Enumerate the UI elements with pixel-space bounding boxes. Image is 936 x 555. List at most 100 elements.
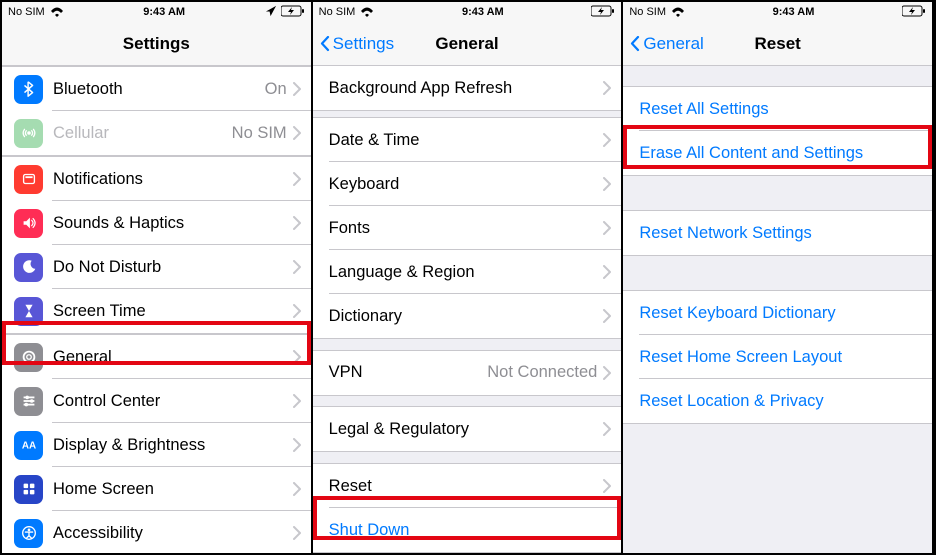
wifi-icon [671, 4, 685, 21]
carrier-text: No SIM [319, 6, 356, 18]
battery-charging-icon [281, 5, 305, 20]
chevron-right-icon [293, 350, 301, 364]
settings-row-notifications[interactable]: Notifications [2, 157, 311, 201]
settings-row-control-center[interactable]: Control Center [2, 379, 311, 423]
back-button[interactable]: Settings [319, 34, 394, 54]
row-label: Reset Home Screen Layout [639, 348, 932, 367]
status-bar: No SIM 9:43 AM [2, 2, 311, 22]
sliders-icon [14, 387, 43, 416]
bluetooth-icon [14, 75, 43, 104]
status-time: 9:43 AM [773, 6, 815, 18]
chevron-right-icon [603, 265, 611, 279]
general-row-legal[interactable]: Legal & Regulatory [313, 407, 622, 451]
general-row-vpn[interactable]: VPN Not Connected [313, 351, 622, 395]
carrier-text: No SIM [629, 6, 666, 18]
row-label: Fonts [329, 219, 604, 238]
settings-row-bluetooth[interactable]: Bluetooth On [2, 67, 311, 111]
reset-row-location[interactable]: Reset Location & Privacy [623, 379, 932, 423]
accessibility-icon [14, 519, 43, 548]
row-label: Notifications [53, 170, 293, 189]
chevron-right-icon [603, 133, 611, 147]
row-label: Shut Down [329, 521, 622, 540]
row-label: Erase All Content and Settings [639, 144, 932, 163]
row-label: Reset [329, 477, 604, 496]
row-value: Not Connected [487, 363, 597, 382]
chevron-right-icon [293, 482, 301, 496]
back-label: Settings [333, 34, 394, 54]
chevron-right-icon [293, 438, 301, 452]
settings-row-screentime[interactable]: Screen Time [2, 289, 311, 333]
row-label: Reset Network Settings [639, 224, 932, 243]
back-label: General [643, 34, 703, 54]
panel-reset: No SIM 9:43 AM General Reset Reset All S… [623, 2, 934, 553]
settings-row-accessibility[interactable]: Accessibility [2, 511, 311, 553]
carrier-text: No SIM [8, 6, 45, 18]
row-label: Control Center [53, 392, 293, 411]
reset-row-erase-all[interactable]: Erase All Content and Settings [623, 131, 932, 175]
settings-row-sounds[interactable]: Sounds & Haptics [2, 201, 311, 245]
wifi-icon [360, 4, 374, 21]
status-bar: No SIM 9:43 AM [623, 2, 932, 22]
svg-text:AA: AA [21, 441, 35, 452]
grid-icon [14, 475, 43, 504]
row-label: Reset Location & Privacy [639, 392, 932, 411]
row-label: Date & Time [329, 131, 604, 150]
general-row-bg-refresh[interactable]: Background App Refresh [313, 66, 622, 110]
nav-bar: Settings [2, 22, 311, 66]
chevron-right-icon [603, 422, 611, 436]
back-button[interactable]: General [629, 34, 703, 54]
back-chevron-icon [319, 36, 331, 52]
row-label: Background App Refresh [329, 79, 604, 98]
settings-row-general[interactable]: General [2, 335, 311, 379]
settings-row-home-screen[interactable]: Home Screen [2, 467, 311, 511]
row-label: Reset Keyboard Dictionary [639, 304, 932, 323]
location-arrow-icon [265, 5, 277, 20]
reset-row-keyboard-dict[interactable]: Reset Keyboard Dictionary [623, 291, 932, 335]
reset-row-network[interactable]: Reset Network Settings [623, 211, 932, 255]
general-row-dictionary[interactable]: Dictionary [313, 294, 622, 338]
row-label: Sounds & Haptics [53, 214, 293, 233]
row-label: Cellular [53, 124, 232, 143]
settings-row-cellular[interactable]: Cellular No SIM [2, 111, 311, 155]
page-title: Reset [755, 34, 801, 54]
row-label: Keyboard [329, 175, 604, 194]
reset-row-home-layout[interactable]: Reset Home Screen Layout [623, 335, 932, 379]
settings-row-dnd[interactable]: Do Not Disturb [2, 245, 311, 289]
sounds-icon [14, 209, 43, 238]
status-time: 9:43 AM [462, 6, 504, 18]
nav-bar: Settings General [313, 22, 622, 66]
chevron-right-icon [293, 216, 301, 230]
row-label: Language & Region [329, 263, 604, 282]
back-chevron-icon [629, 36, 641, 52]
row-label: Reset All Settings [639, 100, 932, 119]
reset-row-all-settings[interactable]: Reset All Settings [623, 87, 932, 131]
cellular-icon [14, 119, 43, 148]
notifications-icon [14, 165, 43, 194]
moon-icon [14, 253, 43, 282]
row-label: Bluetooth [53, 80, 265, 99]
general-row-language[interactable]: Language & Region [313, 250, 622, 294]
row-label: Do Not Disturb [53, 258, 293, 277]
row-value: No SIM [232, 124, 287, 143]
wifi-icon [50, 4, 64, 21]
panel-settings: No SIM 9:43 AM Settings Bluetooth On Cel… [2, 2, 313, 553]
row-label: Dictionary [329, 307, 604, 326]
general-row-fonts[interactable]: Fonts [313, 206, 622, 250]
general-row-reset[interactable]: Reset [313, 464, 622, 508]
general-row-date-time[interactable]: Date & Time [313, 118, 622, 162]
battery-charging-icon [591, 5, 615, 20]
row-label: Screen Time [53, 302, 293, 321]
general-row-shutdown[interactable]: Shut Down [313, 508, 622, 552]
chevron-right-icon [603, 366, 611, 380]
chevron-right-icon [293, 172, 301, 186]
chevron-right-icon [603, 81, 611, 95]
general-row-keyboard[interactable]: Keyboard [313, 162, 622, 206]
settings-row-display[interactable]: AA Display & Brightness [2, 423, 311, 467]
nav-bar: General Reset [623, 22, 932, 66]
chevron-right-icon [293, 82, 301, 96]
row-label: Accessibility [53, 524, 293, 543]
status-time: 9:43 AM [143, 6, 185, 18]
row-value: On [265, 80, 287, 99]
row-label: Home Screen [53, 480, 293, 499]
hourglass-icon [14, 297, 43, 326]
